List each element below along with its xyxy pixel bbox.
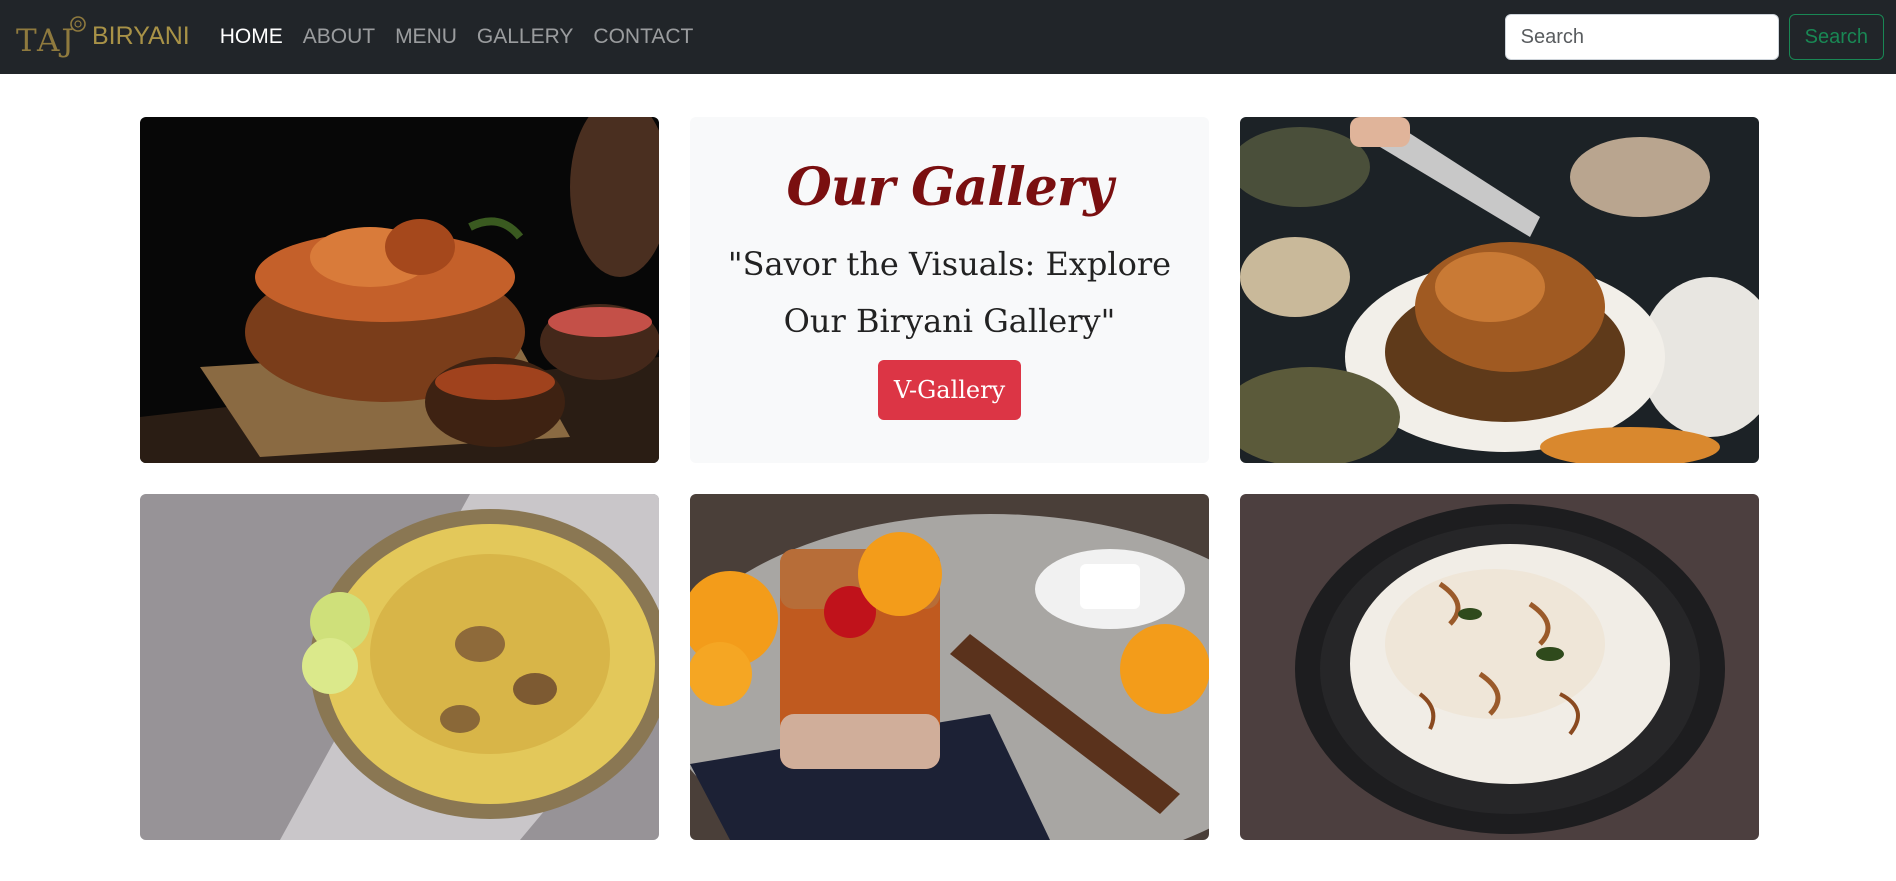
brand-taj-text: TAJ <box>16 23 76 59</box>
v-gallery-button[interactable]: V-Gallery <box>877 360 1022 420</box>
nav-link-home[interactable]: HOME <box>220 25 283 49</box>
roast-chicken-photo <box>1240 117 1759 463</box>
nav-link-menu[interactable]: MENU <box>395 25 457 49</box>
gallery-intro-card: Our Gallery "Savor the Visuals: Explore … <box>690 117 1209 463</box>
search-button[interactable]: Search <box>1788 14 1884 60</box>
search-form: Search <box>1504 14 1884 60</box>
search-input[interactable] <box>1504 14 1779 60</box>
nav-link-about[interactable]: ABOUT <box>303 25 375 49</box>
rice-plate-photo <box>1240 494 1759 840</box>
navbar: TAJ BIRYANI HOME ABOUT MENU GALLERY CONT… <box>0 0 1896 74</box>
brand-logo-mark: TAJ <box>14 13 90 61</box>
nav-links: HOME ABOUT MENU GALLERY CONTACT <box>220 25 694 49</box>
gallery-title: Our Gallery <box>786 157 1114 218</box>
brand-name: BIRYANI <box>92 22 190 50</box>
cocktail-photo <box>690 494 1209 840</box>
brand-logo[interactable]: TAJ BIRYANI <box>14 13 190 61</box>
gallery-quote: "Savor the Visuals: Explore Our Biryani … <box>727 245 1172 340</box>
crown-emblem-icon <box>70 16 86 32</box>
nav-link-contact[interactable]: CONTACT <box>593 25 693 49</box>
biryani-pot-photo <box>140 117 659 463</box>
biryani-platter-photo <box>140 494 659 840</box>
nav-link-gallery[interactable]: GALLERY <box>477 25 574 49</box>
gallery-grid: Our Gallery "Savor the Visuals: Explore … <box>140 117 1759 840</box>
